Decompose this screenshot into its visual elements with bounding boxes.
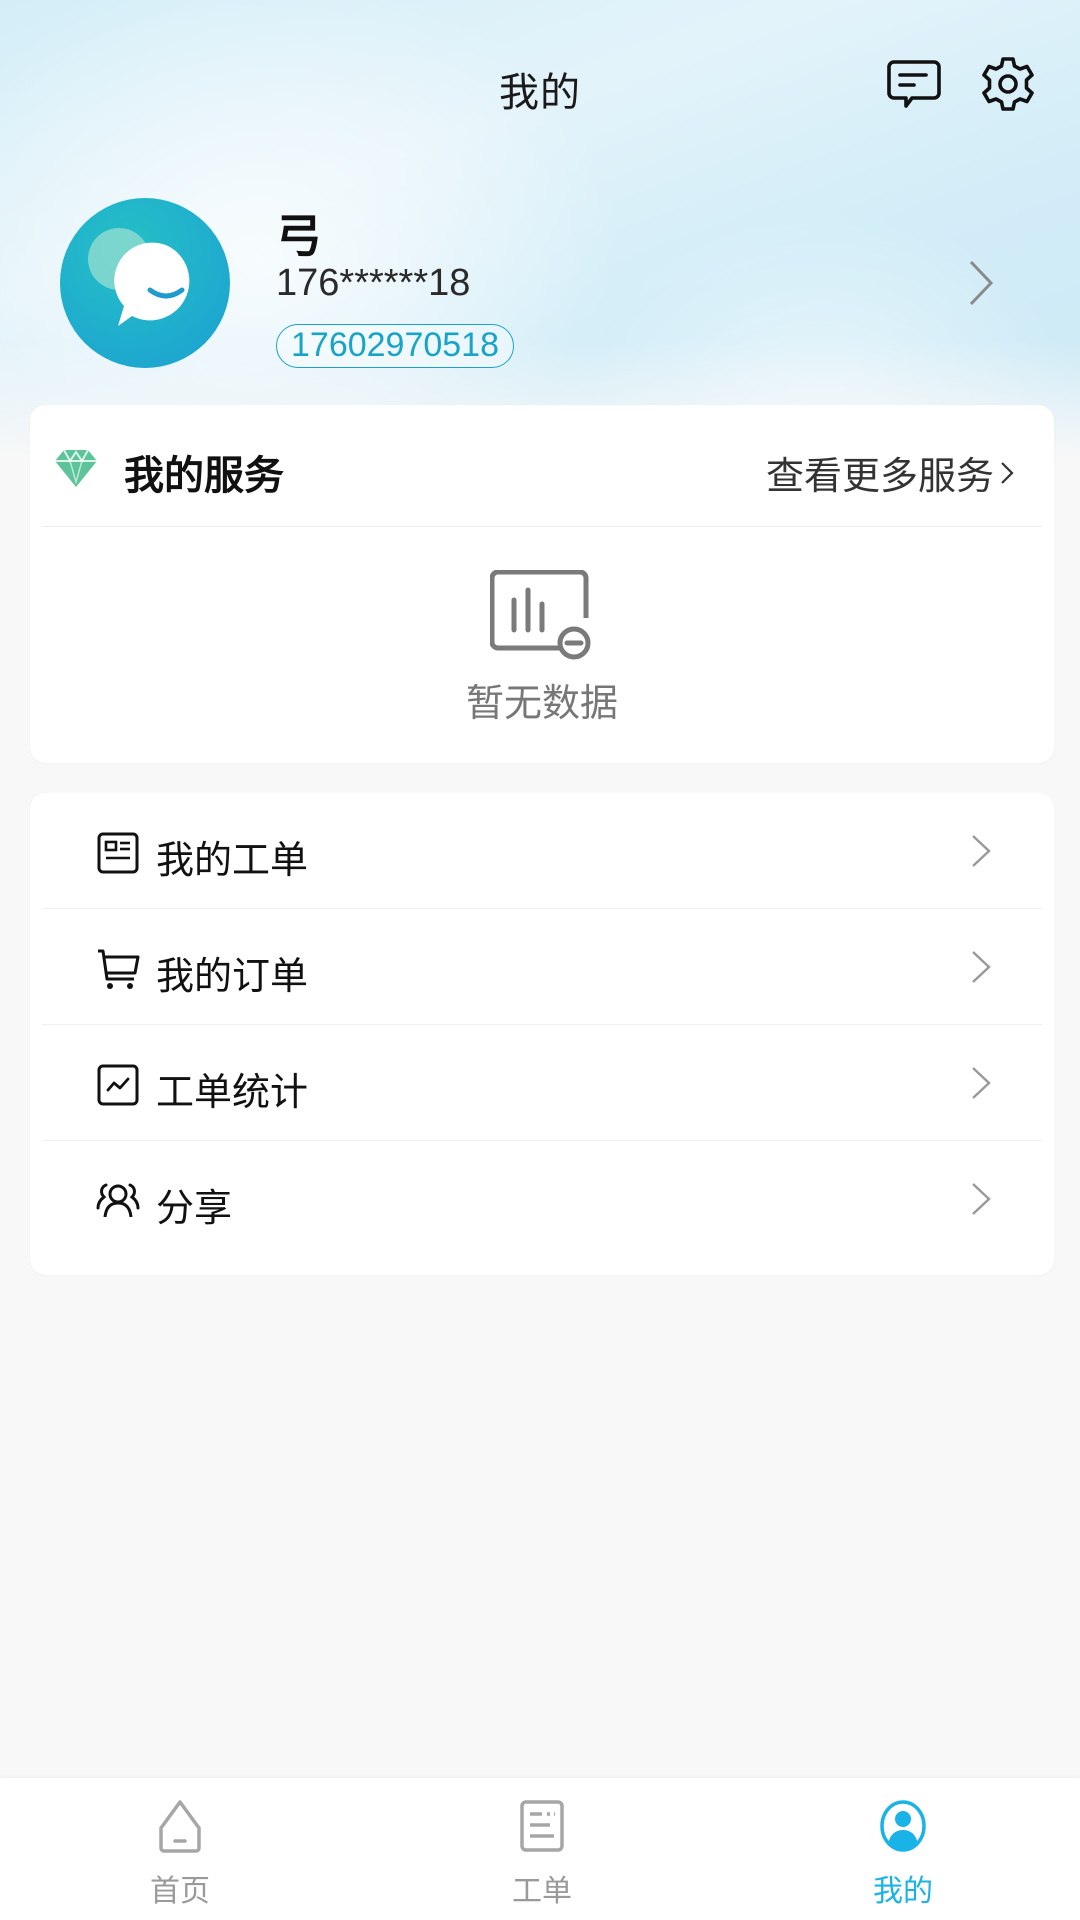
user-name: 弓 [276, 209, 322, 263]
more-services-label: 查看更多服务 [765, 454, 994, 498]
bottom-tab-bar: 首页 工单 我的 [0, 1778, 1080, 1920]
tab-label: 我的 [873, 1874, 933, 1909]
chart-trend-icon [97, 1064, 139, 1106]
menu-item-label: 我的订单 [156, 954, 309, 998]
chevron-right-icon [969, 260, 994, 306]
menu-item-label: 工单统计 [156, 1070, 309, 1114]
no-data-chart-icon [490, 570, 591, 660]
menu-card: 我的工单 我的订单 工单统计 分享 [30, 793, 1054, 1275]
tab-mine[interactable]: 我的 [803, 1778, 1003, 1920]
top-bar: 我的 [0, 0, 1080, 170]
menu-item-label: 分享 [156, 1186, 233, 1230]
more-services-link[interactable]: 查看更多服务 [766, 445, 1014, 500]
avatar[interactable] [60, 198, 230, 368]
profile-section[interactable]: 弓 176******18 17602970518 [0, 190, 1080, 380]
message-icon [887, 60, 941, 108]
empty-text: 暂无数据 [465, 681, 618, 725]
tab-label: 首页 [150, 1874, 210, 1909]
menu-item-label: 我的工单 [156, 838, 309, 882]
services-card: 我的服务 查看更多服务 暂无数据 [30, 405, 1054, 763]
user-phone-masked: 176******18 [276, 262, 471, 304]
menu-item-share[interactable]: 分享 [42, 1141, 1042, 1257]
settings-button[interactable] [976, 52, 1040, 116]
user-circle-icon [880, 1800, 926, 1852]
gear-icon [982, 57, 1034, 111]
tab-home[interactable]: 首页 [80, 1778, 280, 1920]
chat-bubble-smile-icon [114, 242, 190, 326]
menu-item-my-work-orders[interactable]: 我的工单 [42, 793, 1042, 909]
services-title: 我的服务 [124, 453, 284, 499]
cart-icon [98, 949, 140, 989]
gem-icon [55, 449, 97, 487]
chevron-right-icon [972, 1183, 991, 1215]
document-icon [520, 1800, 564, 1852]
user-phone-badge: 17602970518 [276, 324, 515, 368]
services-header: 我的服务 查看更多服务 [42, 405, 1042, 527]
home-icon [159, 1800, 201, 1853]
empty-state: 暂无数据 [30, 570, 1054, 727]
work-order-icon [97, 832, 139, 874]
menu-item-work-order-stats[interactable]: 工单统计 [42, 1025, 1042, 1141]
chevron-right-icon [972, 951, 991, 983]
menu-item-my-orders[interactable]: 我的订单 [42, 909, 1042, 1025]
tab-label: 工单 [512, 1874, 572, 1909]
tab-work-orders[interactable]: 工单 [442, 1778, 642, 1920]
chevron-right-icon [972, 1067, 991, 1099]
messages-button[interactable] [882, 52, 946, 116]
chevron-right-icon [1001, 461, 1014, 484]
users-icon [96, 1183, 140, 1218]
chevron-right-icon [972, 835, 991, 867]
